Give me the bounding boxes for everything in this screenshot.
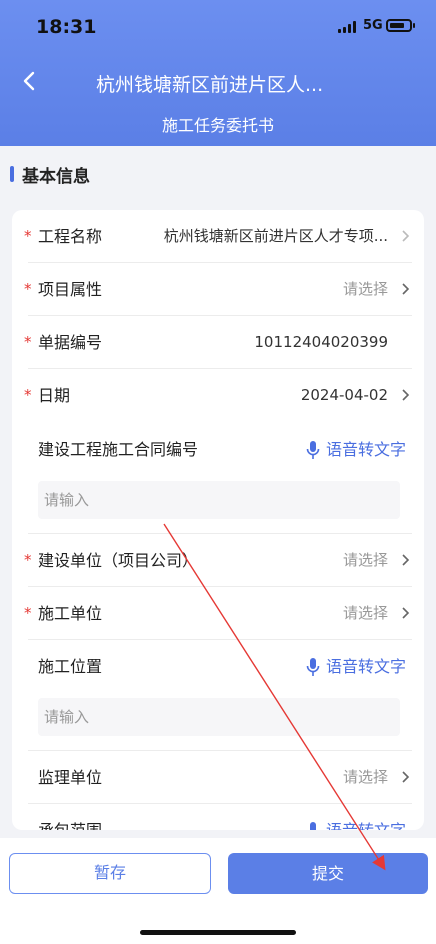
required-mark: * (24, 386, 32, 404)
chevron-right-icon (402, 230, 410, 242)
row-contract-no: 建设工程施工合同编号 语音转文字 (12, 423, 424, 476)
field-label: 工程名称 (38, 227, 103, 246)
microphone-icon (306, 821, 320, 830)
supervise-unit-select: 请选择 (342, 768, 388, 786)
submit-button[interactable]: 提交 (228, 853, 428, 894)
field-label: 承包范围 (38, 804, 102, 830)
contract-no-input[interactable]: 请输入 (38, 481, 400, 519)
signal-icon (338, 21, 356, 33)
row-doc-no: * 单据编号 10112404020399 (12, 316, 424, 369)
voice-to-text-label: 语音转文字 (326, 804, 406, 830)
chevron-right-icon (402, 554, 410, 566)
app-header: 18:31 5G 杭州钱塘新区前进片区人... 施工任务委托书 (0, 0, 436, 146)
microphone-icon (306, 657, 320, 676)
page-title: 杭州钱塘新区前进片区人... (96, 74, 324, 96)
chevron-right-icon (402, 607, 410, 619)
status-bar: 18:31 5G (0, 0, 436, 56)
field-label: 日期 (38, 386, 71, 405)
chevron-right-icon (402, 771, 410, 783)
microphone-icon (306, 440, 320, 459)
form-card: * 工程名称 杭州钱塘新区前进片区人才专项... * 项目属性 请选择 * 单据… (12, 210, 424, 830)
row-project-name[interactable]: * 工程名称 杭州钱塘新区前进片区人才专项... (12, 210, 424, 263)
required-mark: * (24, 280, 32, 298)
page-subtitle: 施工任务委托书 (161, 116, 274, 135)
row-project-attr[interactable]: * 项目属性 请选择 (12, 263, 424, 316)
chevron-right-icon (402, 389, 410, 401)
network-label: 5G (363, 18, 383, 33)
date-value: 2024-04-02 (300, 386, 388, 404)
field-label: 建设工程施工合同编号 (38, 440, 199, 459)
voice-to-text-button[interactable]: 语音转文字 (306, 423, 406, 476)
row-build-unit[interactable]: * 建设单位（项目公司） 请选择 (12, 534, 424, 587)
required-mark: * (24, 333, 32, 351)
chevron-right-icon (402, 283, 410, 295)
required-mark: * (24, 604, 32, 622)
build-unit-select: 请选择 (342, 551, 388, 569)
status-time: 18:31 (36, 16, 97, 38)
field-label: 施工单位 (38, 604, 103, 623)
row-construct-location: 施工位置 语音转文字 (12, 640, 424, 693)
voice-to-text-label: 语音转文字 (325, 657, 406, 676)
home-indicator (140, 930, 296, 935)
battery-icon (386, 19, 412, 32)
save-draft-button[interactable]: 暂存 (9, 853, 211, 894)
back-icon[interactable] (18, 68, 42, 94)
footer-bar: 暂存 提交 (0, 838, 436, 944)
required-mark: * (24, 551, 32, 569)
field-label: 项目属性 (38, 280, 103, 299)
section-accent-bar (10, 166, 14, 182)
project-attr-select: 请选择 (342, 280, 388, 298)
field-label: 单据编号 (38, 333, 103, 352)
row-contract-scope: 承包范围 语音转文字 (12, 804, 424, 830)
doc-no-value: 10112404020399 (254, 333, 388, 351)
project-name-value: 杭州钱塘新区前进片区人才专项... (163, 227, 388, 245)
section-title: 基本信息 (22, 166, 90, 187)
required-mark: * (24, 227, 32, 245)
voice-to-text-button[interactable]: 语音转文字 (306, 640, 406, 693)
voice-to-text-button[interactable]: 语音转文字 (306, 804, 406, 830)
field-label: 建设单位（项目公司） (38, 551, 199, 570)
section-header: 基本信息 (10, 160, 90, 188)
row-date[interactable]: * 日期 2024-04-02 (12, 369, 424, 422)
voice-to-text-label: 语音转文字 (325, 440, 406, 459)
field-label: 施工位置 (38, 657, 103, 676)
field-label: 监理单位 (38, 768, 103, 787)
construct-unit-select: 请选择 (342, 604, 388, 622)
row-supervise-unit[interactable]: 监理单位 请选择 (12, 751, 424, 804)
row-construct-unit[interactable]: * 施工单位 请选择 (12, 587, 424, 640)
battery-tip (413, 23, 415, 28)
construct-location-input[interactable]: 请输入 (38, 698, 400, 736)
